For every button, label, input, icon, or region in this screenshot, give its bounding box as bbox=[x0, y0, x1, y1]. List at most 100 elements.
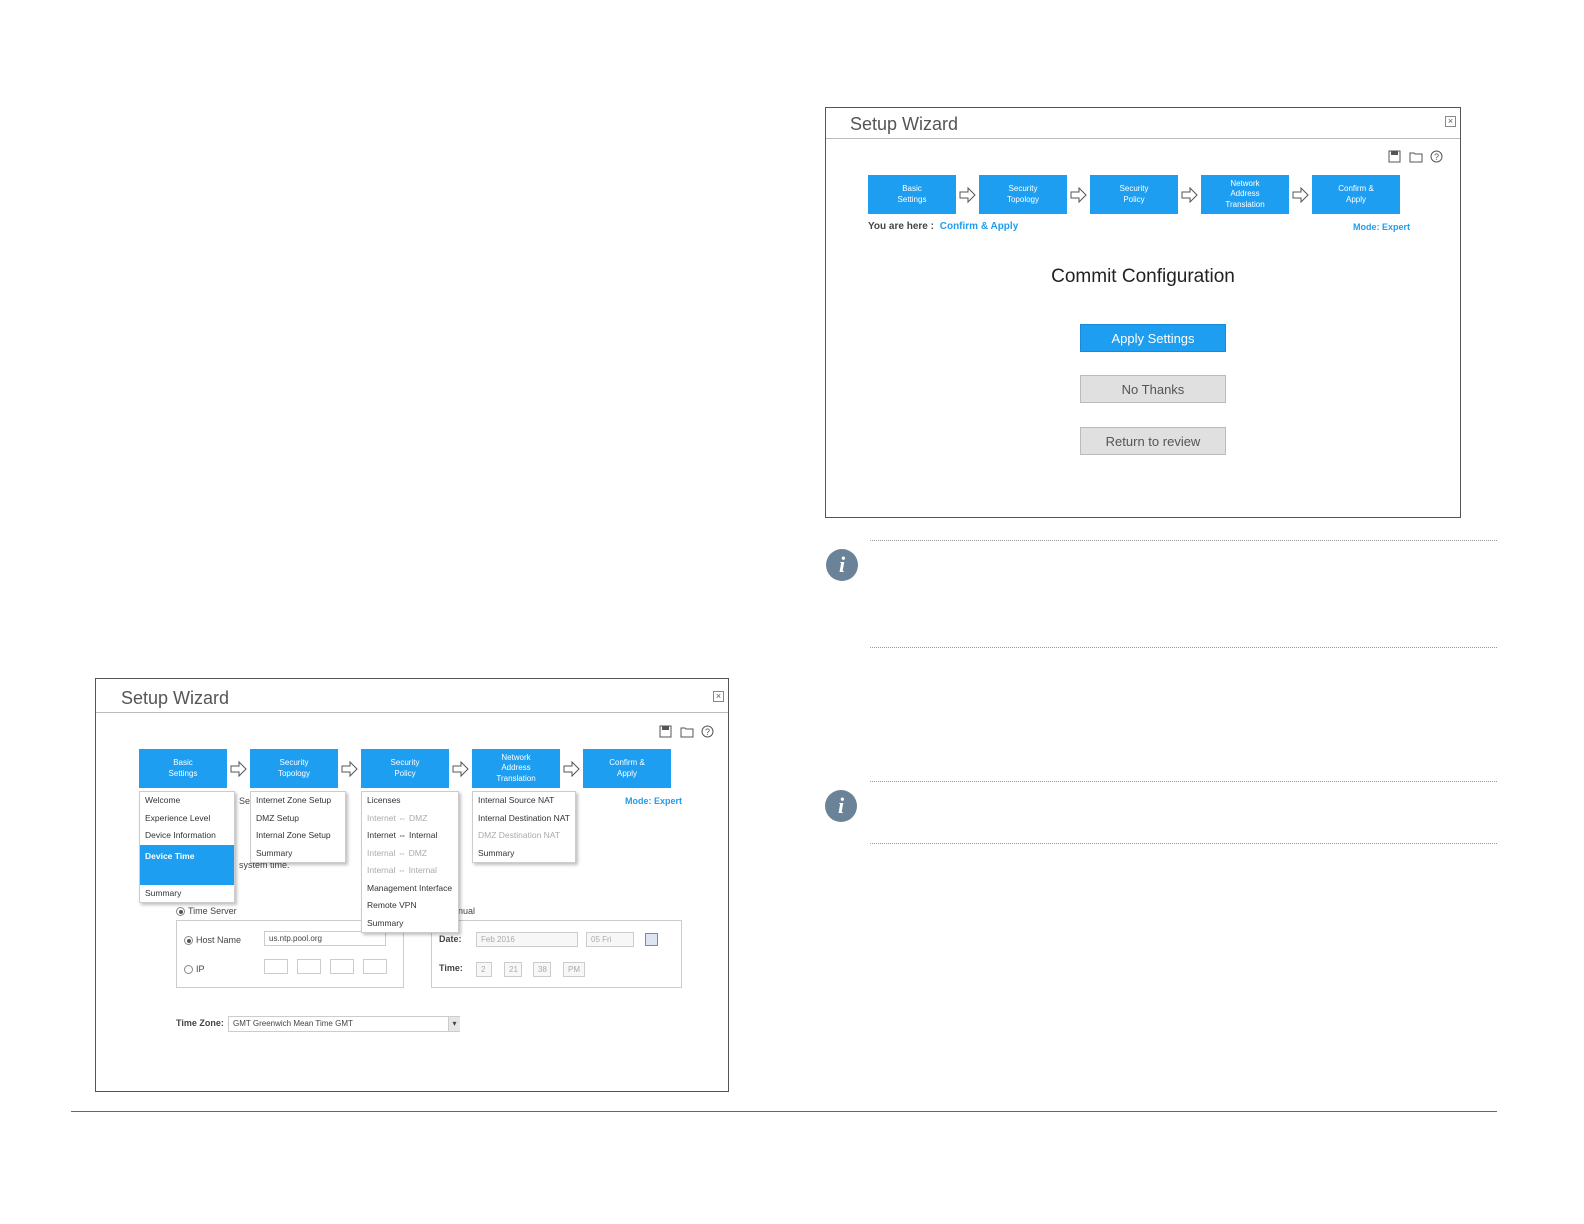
footer-divider bbox=[71, 1111, 1497, 1112]
save-icon[interactable] bbox=[1388, 150, 1401, 163]
setup-wizard-window-device-time: Setup Wizard × ? Basic Settings Security… bbox=[95, 678, 729, 1092]
security-policy-menu: Licenses Internet ⇔ DMZ Internet ⇔ Inter… bbox=[361, 791, 459, 933]
folder-icon[interactable] bbox=[680, 725, 694, 738]
no-thanks-button[interactable]: No Thanks bbox=[1080, 375, 1226, 403]
ip-octet-4-input[interactable] bbox=[363, 959, 387, 974]
you-are-here: You are here : Confirm & Apply bbox=[868, 221, 1018, 232]
time-ampm-select[interactable]: PM bbox=[563, 962, 585, 977]
menu-item-internet-internal[interactable]: Internet ⇔ Internal bbox=[362, 827, 458, 845]
arrow-right-icon bbox=[452, 760, 469, 778]
toolbar-icons: ? bbox=[1388, 150, 1443, 163]
arrow-right-icon bbox=[1070, 186, 1087, 204]
save-icon[interactable] bbox=[659, 725, 672, 738]
partial-heading-text: Se bbox=[239, 796, 251, 806]
step-network-address-translation[interactable]: Network Address Translation bbox=[472, 749, 560, 788]
menu-item-management-interface[interactable]: Management Interface bbox=[362, 880, 458, 898]
page-heading: Commit Configuration bbox=[1051, 266, 1235, 287]
arrow-right-icon bbox=[959, 186, 976, 204]
svg-text:?: ? bbox=[1434, 152, 1439, 162]
setup-wizard-window-commit: Setup Wizard × ? Basic Settings Security… bbox=[825, 107, 1461, 518]
host-name-label: Host Name bbox=[196, 935, 242, 945]
arrow-right-icon bbox=[1292, 186, 1309, 204]
menu-item-welcome[interactable]: Welcome bbox=[140, 792, 234, 810]
ip-octet-1-input[interactable] bbox=[264, 959, 288, 974]
manual-time-group bbox=[431, 920, 682, 988]
security-topology-menu: Internet Zone Setup DMZ Setup Internal Z… bbox=[250, 791, 346, 863]
time-minute-input[interactable]: 21 bbox=[504, 962, 522, 977]
divider bbox=[870, 540, 1497, 541]
time-hour-input[interactable]: 2 bbox=[476, 962, 492, 977]
ip-radio[interactable] bbox=[184, 965, 193, 974]
step-security-topology[interactable]: Security Topology bbox=[979, 175, 1067, 214]
time-zone-select[interactable]: GMT Greenwich Mean Time GMT bbox=[228, 1016, 460, 1032]
time-server-label: Time Server bbox=[188, 906, 237, 916]
host-name-radio[interactable] bbox=[184, 936, 193, 945]
date-label: Date: bbox=[439, 934, 462, 944]
menu-item-summary[interactable]: Summary bbox=[140, 885, 234, 903]
info-icon: i bbox=[825, 790, 857, 822]
you-are-here-label: You are here : bbox=[868, 221, 934, 232]
return-to-review-button[interactable]: Return to review bbox=[1080, 427, 1226, 455]
mode-indicator[interactable]: Mode: Expert bbox=[625, 796, 682, 806]
arrow-right-icon bbox=[563, 760, 580, 778]
step-basic-settings[interactable]: Basic Settings bbox=[139, 749, 227, 788]
menu-item-summary[interactable]: Summary bbox=[473, 845, 575, 863]
menu-item-summary[interactable]: Summary bbox=[362, 915, 458, 933]
ip-octet-3-input[interactable] bbox=[330, 959, 354, 974]
step-confirm-apply[interactable]: Confirm & Apply bbox=[1312, 175, 1400, 214]
divider bbox=[870, 843, 1497, 844]
close-icon[interactable]: × bbox=[1445, 116, 1456, 127]
step-security-policy[interactable]: Security Policy bbox=[1090, 175, 1178, 214]
step-security-topology[interactable]: Security Topology bbox=[250, 749, 338, 788]
step-security-policy[interactable]: Security Policy bbox=[361, 749, 449, 788]
toolbar-icons: ? bbox=[659, 725, 714, 738]
step-confirm-apply[interactable]: Confirm & Apply bbox=[583, 749, 671, 788]
help-icon[interactable]: ? bbox=[1430, 150, 1443, 163]
partial-manual-label: nual bbox=[458, 906, 476, 916]
step-basic-settings[interactable]: Basic Settings bbox=[868, 175, 956, 214]
time-label: Time: bbox=[439, 963, 463, 973]
host-name-input[interactable]: us.ntp.pool.org bbox=[264, 931, 386, 946]
menu-item-internal-destination-nat[interactable]: Internal Destination NAT bbox=[473, 810, 575, 828]
menu-item-dmz-setup[interactable]: DMZ Setup bbox=[251, 810, 345, 828]
menu-item-internet-dmz[interactable]: Internet ⇔ DMZ bbox=[362, 810, 458, 828]
info-icon: i bbox=[826, 549, 858, 581]
window-title: Setup Wizard bbox=[850, 114, 959, 134]
window-title: Setup Wizard bbox=[121, 688, 230, 708]
basic-settings-menu: Welcome Experience Level Device Informat… bbox=[139, 791, 235, 903]
time-second-input[interactable]: 38 bbox=[533, 962, 551, 977]
time-zone-label: Time Zone: bbox=[176, 1018, 224, 1028]
folder-icon[interactable] bbox=[1409, 150, 1423, 163]
menu-item-internal-zone-setup[interactable]: Internal Zone Setup bbox=[251, 827, 345, 845]
date-day-input[interactable]: 05 Fri bbox=[586, 932, 634, 947]
arrow-right-icon bbox=[341, 760, 358, 778]
arrow-right-icon bbox=[230, 760, 247, 778]
menu-item-internal-source-nat[interactable]: Internal Source NAT bbox=[473, 792, 575, 810]
close-icon[interactable]: × bbox=[713, 691, 724, 702]
chevron-down-icon[interactable]: ▾ bbox=[448, 1017, 460, 1031]
you-are-here-value: Confirm & Apply bbox=[939, 221, 1019, 232]
ip-octet-2-input[interactable] bbox=[297, 959, 321, 974]
menu-item-device-information[interactable]: Device Information bbox=[140, 827, 234, 845]
apply-settings-button[interactable]: Apply Settings bbox=[1080, 324, 1226, 352]
divider bbox=[870, 647, 1497, 648]
divider bbox=[870, 781, 1497, 782]
menu-item-internet-zone-setup[interactable]: Internet Zone Setup bbox=[251, 792, 345, 810]
nat-menu: Internal Source NAT Internal Destination… bbox=[472, 791, 576, 863]
menu-item-summary[interactable]: Summary bbox=[251, 845, 345, 863]
arrow-right-icon bbox=[1181, 186, 1198, 204]
svg-text:?: ? bbox=[705, 727, 710, 737]
help-icon[interactable]: ? bbox=[701, 725, 714, 738]
mode-indicator[interactable]: Mode: Expert bbox=[1353, 222, 1410, 232]
date-month-input[interactable]: Feb 2016 bbox=[476, 932, 578, 947]
menu-item-dmz-destination-nat[interactable]: DMZ Destination NAT bbox=[473, 827, 575, 845]
menu-item-licenses[interactable]: Licenses bbox=[362, 792, 458, 810]
calendar-icon[interactable] bbox=[645, 933, 658, 946]
menu-item-remote-vpn[interactable]: Remote VPN bbox=[362, 897, 458, 915]
time-server-radio[interactable] bbox=[176, 907, 185, 916]
step-network-address-translation[interactable]: Network Address Translation bbox=[1201, 175, 1289, 214]
menu-item-experience-level[interactable]: Experience Level bbox=[140, 810, 234, 828]
menu-item-device-time[interactable]: Device Time bbox=[140, 844, 234, 885]
menu-item-internal-internal[interactable]: Internal ⇔ Internal bbox=[362, 862, 458, 880]
menu-item-internal-dmz[interactable]: Internal ⇔ DMZ bbox=[362, 845, 458, 863]
